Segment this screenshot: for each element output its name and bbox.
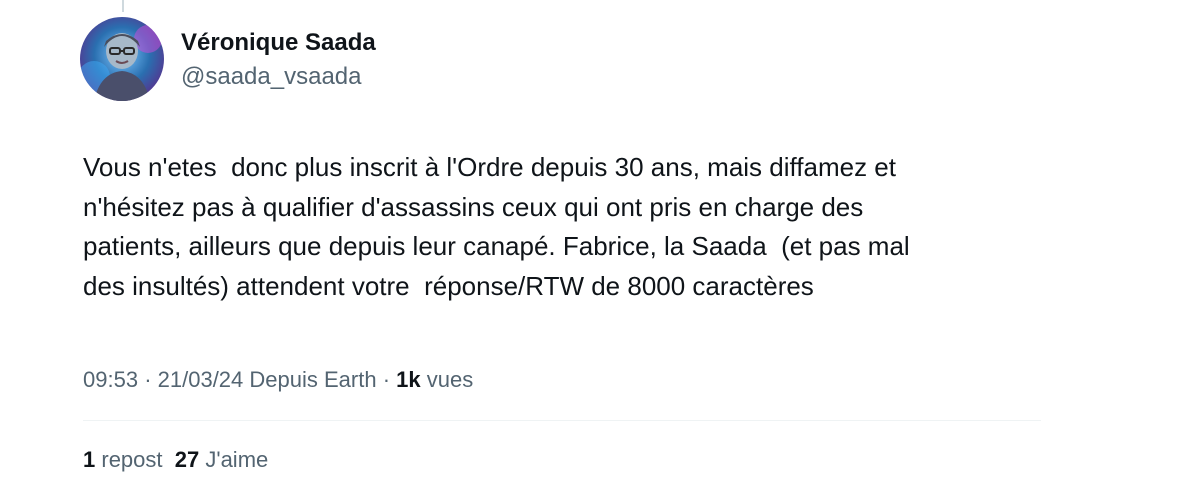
reposts-stat[interactable]: 1 repost	[83, 447, 163, 472]
reposts-count: 1	[83, 447, 96, 472]
tweet-text-line: Vous n'etes donc plus inscrit à l'Ordre …	[83, 152, 896, 182]
tweet-text: Vous n'etes donc plus inscrit à l'Ordre …	[83, 148, 1043, 306]
tweet-source: Depuis Earth	[249, 367, 377, 392]
likes-label: J'aime	[205, 447, 269, 472]
tweet-date[interactable]: 21/03/24	[158, 367, 244, 392]
likes-stat[interactable]: 27 J'aime	[175, 447, 269, 472]
likes-count: 27	[174, 447, 200, 472]
meta-separator: ·	[382, 367, 391, 392]
divider	[83, 420, 1041, 421]
tweet-text-line: n'hésitez pas à qualifier d'assassins ce…	[83, 191, 864, 222]
meta-separator: ·	[144, 367, 152, 392]
tweet-text-line: patients, ailleurs que depuis leur canap…	[83, 231, 910, 261]
avatar-image	[80, 17, 164, 101]
tweet: Véronique Saada @saada_vsaada Vous n'ete…	[0, 0, 1200, 497]
tweet-stats: 1 repost 27 J'aime	[83, 446, 268, 474]
author-block: Véronique Saada @saada_vsaada	[181, 28, 376, 92]
tweet-meta: 09:53 · 21/03/24 Depuis Earth · 1k vues	[83, 366, 473, 394]
author-handle[interactable]: @saada_vsaada	[181, 62, 376, 92]
avatar[interactable]	[80, 17, 164, 101]
thread-connector-line	[122, 0, 124, 12]
reposts-label: repost	[101, 447, 163, 472]
views-count: 1k	[396, 367, 421, 392]
author-display-name[interactable]: Véronique Saada	[181, 28, 376, 58]
tweet-time[interactable]: 09:53	[83, 367, 138, 392]
tweet-text-line: des insultés) attendent votre réponse/RT…	[83, 270, 814, 301]
views-label: vues	[426, 367, 474, 392]
